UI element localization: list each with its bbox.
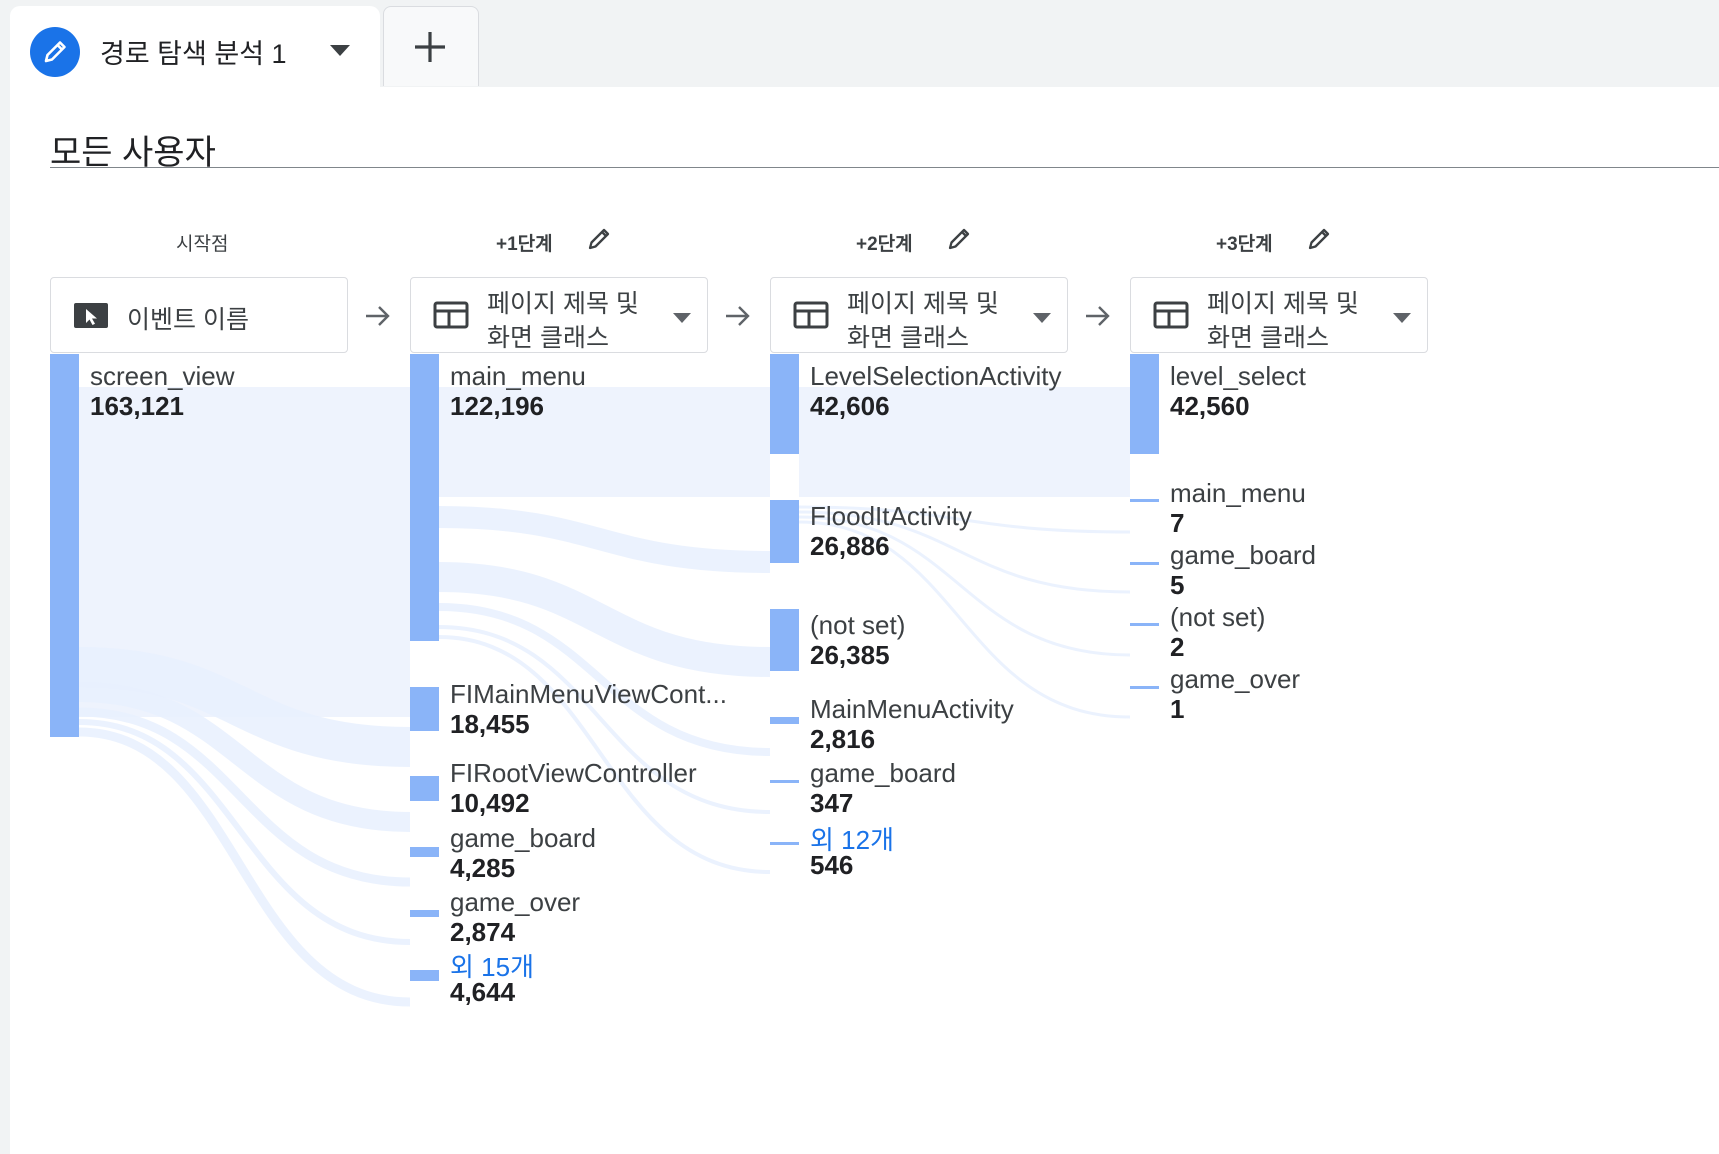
node-label[interactable]: game_board (810, 758, 956, 789)
node-label[interactable]: FIMainMenuViewCont... (450, 679, 727, 710)
tab-path-exploration[interactable]: 경로 탐색 분석 1 (10, 6, 380, 90)
node-value: 7 (1170, 508, 1185, 538)
node-value: 2,874 (450, 917, 516, 947)
node-label[interactable]: (not set) (1170, 602, 1265, 633)
node-label[interactable]: screen_view (90, 361, 235, 392)
node-bar-more[interactable] (770, 842, 799, 845)
add-tab-button[interactable] (383, 6, 479, 86)
node-value: 347 (810, 788, 854, 818)
node-label[interactable]: level_select (1170, 361, 1306, 392)
node-label[interactable]: (not set) (810, 610, 905, 641)
node-value: 4,285 (450, 853, 516, 883)
node-bar-game-board[interactable] (410, 847, 439, 857)
node-label[interactable]: main_menu (450, 361, 586, 392)
node-bar-more[interactable] (410, 970, 439, 981)
node-bar-mainmenuactivity[interactable] (770, 717, 799, 724)
node-value: 2 (1170, 632, 1185, 662)
node-value: 5 (1170, 570, 1185, 600)
node-label[interactable]: game_over (450, 887, 580, 918)
node-bar-game-over[interactable] (410, 910, 439, 917)
node-value: 10,492 (450, 788, 530, 818)
node-value: 26,886 (810, 531, 890, 561)
node-label[interactable]: main_menu (1170, 478, 1306, 509)
tab-bar: 경로 탐색 분석 1 (0, 0, 1719, 90)
node-bar-firootview[interactable] (410, 776, 439, 801)
node-bar-fimainmenu[interactable] (410, 687, 439, 731)
node-bar-levelselection[interactable] (770, 354, 799, 454)
node-bar-level-select[interactable] (1130, 354, 1159, 454)
node-value: 1 (1170, 694, 1185, 724)
node-label[interactable]: game_board (1170, 540, 1316, 571)
node-bar-main-menu[interactable] (1130, 499, 1159, 502)
node-label[interactable]: FloodItActivity (810, 501, 972, 532)
tab-title: 경로 탐색 분석 1 (100, 39, 287, 69)
node-label[interactable]: game_board (450, 823, 596, 854)
node-bar-game-board[interactable] (770, 780, 799, 783)
node-value: 42,560 (1170, 391, 1250, 421)
chevron-down-icon[interactable] (330, 44, 350, 62)
pencil-icon[interactable] (30, 27, 80, 77)
node-bar-game-board[interactable] (1130, 562, 1159, 565)
node-value: 18,455 (450, 709, 530, 739)
node-bar-flooditactivity[interactable] (770, 500, 799, 563)
node-value: 26,385 (810, 640, 890, 670)
node-bar-not-set[interactable] (770, 609, 799, 671)
node-bar-screen-view[interactable] (50, 354, 79, 737)
node-value: 4,644 (450, 977, 516, 1007)
exploration-canvas: 모든 사용자 시작점 +1단계 +2단계 +3단계 이벤트 이름 페이지 제목 … (10, 87, 1719, 1154)
plus-icon[interactable] (412, 29, 448, 70)
node-value: 163,121 (90, 391, 184, 421)
node-label[interactable]: game_over (1170, 664, 1300, 695)
node-value: 122,196 (450, 391, 544, 421)
node-bar-main-menu[interactable] (410, 354, 439, 641)
node-value: 42,606 (810, 391, 890, 421)
node-label[interactable]: MainMenuActivity (810, 694, 1014, 725)
node-value: 546 (810, 850, 854, 880)
node-bar-game-over[interactable] (1130, 686, 1159, 689)
node-label[interactable]: FIRootViewController (450, 758, 697, 789)
node-bar-not-set[interactable] (1130, 623, 1159, 626)
node-label[interactable]: LevelSelectionActivity (810, 361, 1061, 392)
node-value: 2,816 (810, 724, 876, 754)
